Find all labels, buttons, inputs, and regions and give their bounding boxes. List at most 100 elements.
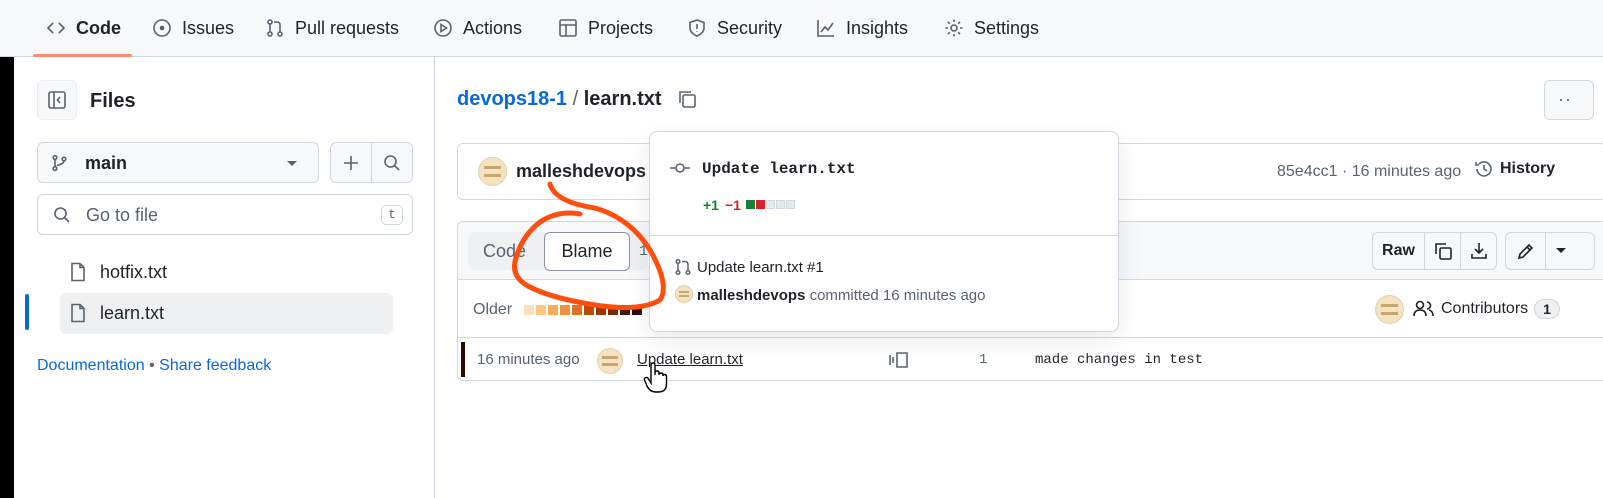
nav-tab-security[interactable]: Security	[687, 15, 782, 41]
branch-select[interactable]: main	[37, 142, 319, 183]
contributors-button[interactable]: Contributors 1	[1413, 299, 1560, 319]
share-feedback-link[interactable]: Share feedback	[159, 357, 271, 374]
code-icon	[46, 22, 66, 34]
commit-sha-time[interactable]: 85e4cc1 · 16 minutes ago	[1277, 163, 1461, 181]
go-to-file-placeholder: Go to file	[86, 205, 159, 225]
diffstat-neutral-square	[786, 200, 795, 209]
nav-tab-projects[interactable]: Projects	[558, 15, 653, 41]
people-icon	[1413, 300, 1434, 317]
hand-cursor-icon	[643, 362, 668, 393]
age-legend-swatch	[548, 305, 558, 315]
edit-button-group	[1505, 232, 1595, 270]
avatar[interactable]	[597, 348, 623, 374]
plus-icon	[344, 155, 358, 170]
line-number: 1	[979, 352, 988, 368]
commit-hovercard: Update learn.txt +1 −1 Update learn.txt …	[649, 131, 1119, 332]
nav-tab-insights[interactable]: Insights	[816, 15, 908, 41]
copy-raw-button[interactable]	[1425, 233, 1461, 269]
age-legend-swatch	[596, 305, 606, 315]
add-file-button[interactable]	[331, 143, 372, 182]
file-tree-sidebar: Files main Go to file t hotfix.txt learn…	[14, 57, 435, 498]
play-icon	[434, 19, 452, 37]
nav-tab-pull-requests[interactable]: Pull requests	[265, 15, 399, 41]
blame-view-tab[interactable]: Blame	[544, 232, 630, 271]
keyboard-shortcut-badge: t	[381, 205, 403, 225]
search-files-button[interactable]	[372, 143, 412, 182]
pull-request-icon	[675, 258, 691, 276]
contributors-label: Contributors	[1441, 300, 1529, 317]
older-label: Older	[473, 301, 513, 318]
reblame-icon[interactable]	[888, 351, 910, 369]
diffstat-neutral-square	[766, 200, 775, 209]
age-legend-swatch	[584, 305, 594, 315]
age-legend-swatch	[524, 305, 534, 315]
sidebar-footer: Documentation • Share feedback	[37, 357, 271, 375]
nav-tab-settings[interactable]: Settings	[944, 15, 1039, 41]
nav-tab-actions-label: Actions	[463, 17, 523, 38]
breadcrumb-repo-link[interactable]: devops18-1	[457, 88, 567, 110]
avatar[interactable]	[478, 157, 507, 186]
nav-tab-settings-label: Settings	[974, 17, 1040, 38]
history-button[interactable]: History	[1474, 159, 1555, 179]
file-actions-group	[330, 142, 413, 183]
footer-separator: •	[149, 357, 155, 374]
hovercard-deletions: −1	[725, 197, 741, 213]
more-options-button[interactable]: ··	[1544, 80, 1594, 120]
age-bar	[461, 342, 465, 377]
nav-tab-issues[interactable]: Issues	[152, 15, 234, 41]
file-item-hotfix[interactable]: hotfix.txt	[60, 255, 400, 289]
copy-icon	[1434, 243, 1452, 260]
nav-tab-insights-label: Insights	[846, 17, 909, 38]
avatar[interactable]	[675, 285, 693, 303]
age-legend-swatch	[536, 305, 546, 315]
shield-icon	[689, 19, 705, 37]
hovercard-pr-link[interactable]: Update learn.txt #1	[697, 259, 824, 276]
hovercard-title[interactable]: Update learn.txt	[702, 160, 856, 178]
hovercard-author[interactable]: malleshdevops	[697, 287, 805, 304]
file-item-learn[interactable]: learn.txt	[60, 293, 393, 334]
code-line: made changes in test	[1035, 352, 1204, 368]
nav-tab-projects-label: Projects	[588, 17, 654, 38]
hovercard-divider	[650, 235, 1118, 236]
file-item-label: learn.txt	[100, 303, 165, 323]
diffstat-neutral-square	[776, 200, 785, 209]
raw-copy-download-group: Raw	[1372, 232, 1497, 270]
collapse-sidebar-button[interactable]	[37, 80, 77, 120]
commit-author[interactable]: malleshdevops	[516, 161, 646, 182]
raw-label: Raw	[1382, 242, 1415, 259]
age-legend-swatch	[572, 305, 582, 315]
history-icon	[1475, 161, 1492, 177]
nav-tab-actions[interactable]: Actions	[433, 15, 522, 41]
contributors-count: 1	[1534, 299, 1560, 319]
code-view-tab[interactable]: Code	[483, 241, 526, 262]
sidebar-title: Files	[90, 90, 136, 112]
file-item-label: hotfix.txt	[100, 262, 168, 282]
repo-nav: Code Issues Pull requests Actions Projec…	[0, 0, 1603, 57]
breadcrumb-file: learn.txt	[583, 88, 662, 110]
avatar[interactable]	[1375, 295, 1404, 324]
hovercard-committed-time: committed 16 minutes ago	[809, 287, 986, 304]
pull-request-icon	[267, 19, 283, 37]
breadcrumb: devops18-1 / learn.txt	[457, 88, 662, 111]
age-legend-swatch	[632, 305, 642, 315]
nav-tab-issues-label: Issues	[182, 17, 235, 38]
blame-time: 16 minutes ago	[477, 351, 580, 368]
download-button[interactable]	[1461, 233, 1497, 269]
copy-path-icon[interactable]	[676, 88, 698, 110]
edit-dropdown-button[interactable]	[1546, 233, 1576, 269]
nav-tab-pull-requests-label: Pull requests	[295, 17, 400, 38]
edit-file-button[interactable]	[1506, 233, 1546, 269]
go-to-file-input[interactable]: Go to file t	[37, 194, 413, 235]
nav-tab-code[interactable]: Code	[46, 15, 121, 41]
documentation-link[interactable]: Documentation	[37, 357, 145, 374]
line-count: 1	[639, 243, 649, 260]
age-legend-swatch	[620, 305, 630, 315]
gear-icon	[945, 19, 963, 37]
raw-button[interactable]: Raw	[1373, 233, 1425, 269]
triangle-down-icon	[287, 161, 297, 166]
diffstat-del-square	[756, 200, 765, 209]
age-legend	[524, 305, 642, 315]
nav-tab-code-label: Code	[76, 17, 121, 38]
diffstat-bar	[746, 200, 795, 209]
branch-icon	[52, 154, 67, 172]
